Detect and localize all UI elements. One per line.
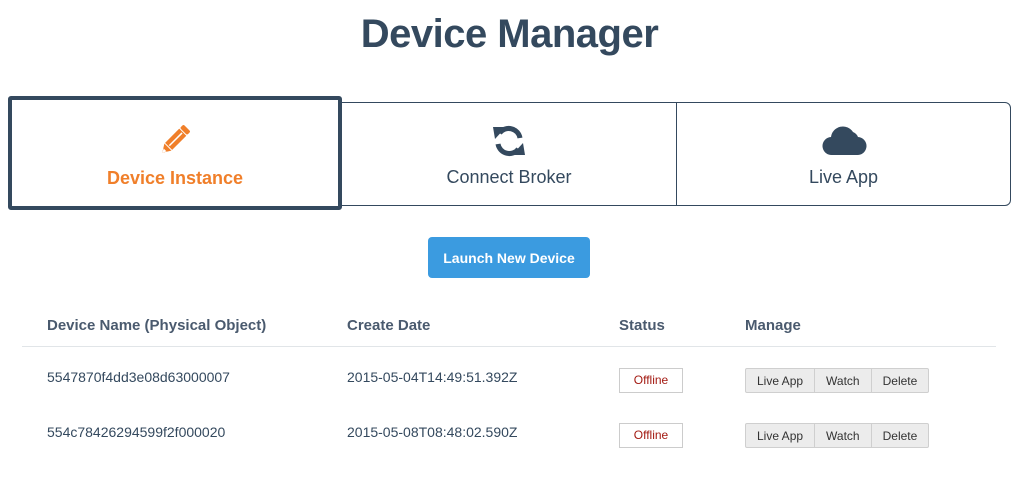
device-name: 554c78426294599f2f000020 <box>47 424 226 440</box>
table-row: 5547870f4dd3e08d63000007 2015-05-04T14:4… <box>22 347 996 402</box>
tab-label: Device Instance <box>106 168 244 188</box>
table-row: 554c78426294599f2f000020 2015-05-08T08:4… <box>22 402 996 457</box>
tab-label: Connect Broker <box>446 167 572 187</box>
watch-button[interactable]: Watch <box>815 423 872 448</box>
live-app-button[interactable]: Live App <box>745 423 816 448</box>
tab-label: Live App <box>808 167 879 187</box>
device-tabs: Device Instance Connect Broker Live App <box>8 96 1011 210</box>
manage-button-group: Live App Watch Delete <box>745 423 930 448</box>
page-title: Device Manager <box>360 12 659 56</box>
column-header-manage: Manage <box>745 317 801 334</box>
watch-button[interactable]: Watch <box>815 368 872 393</box>
device-table: Device Name (Physical Object) Create Dat… <box>22 305 996 457</box>
live-app-button[interactable]: Live App <box>745 368 816 393</box>
create-date: 2015-05-08T08:48:02.590Z <box>347 424 518 440</box>
manage-button-group: Live App Watch Delete <box>745 368 930 393</box>
delete-button[interactable]: Delete <box>871 368 930 393</box>
status-badge: Offline <box>619 368 683 393</box>
delete-button[interactable]: Delete <box>871 423 930 448</box>
tab-connect-broker[interactable]: Connect Broker <box>341 102 677 206</box>
status-badge: Offline <box>619 423 683 448</box>
pencil-icon <box>12 122 338 158</box>
column-header-create-date: Create Date <box>347 317 431 334</box>
device-name: 5547870f4dd3e08d63000007 <box>47 369 230 385</box>
column-header-device-name: Device Name (Physical Object) <box>47 317 267 334</box>
tab-live-app[interactable]: Live App <box>676 102 1011 206</box>
column-header-status: Status <box>619 317 665 334</box>
cloud-icon <box>677 123 1010 159</box>
create-date: 2015-05-04T14:49:51.392Z <box>347 369 518 385</box>
table-header: Device Name (Physical Object) Create Dat… <box>22 305 996 347</box>
launch-new-device-button[interactable]: Launch New Device <box>428 237 590 278</box>
refresh-icon <box>341 123 677 159</box>
tab-device-instance[interactable]: Device Instance <box>8 96 342 210</box>
